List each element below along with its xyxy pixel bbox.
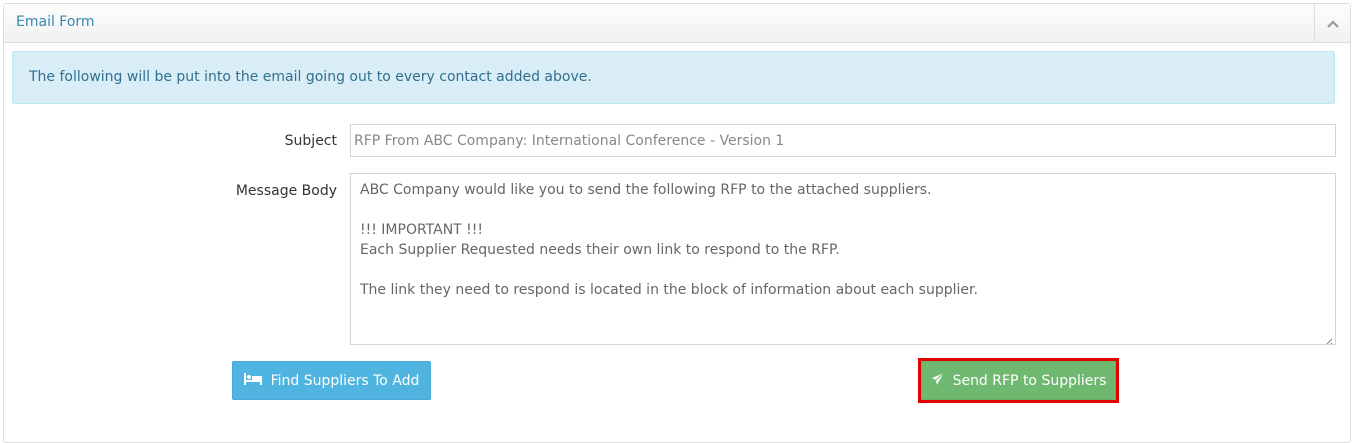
- message-body-line: !!! IMPORTANT !!!: [360, 222, 484, 238]
- bed-icon: [243, 372, 262, 389]
- info-alert-text: The following will be put into the email…: [29, 69, 592, 85]
- panel-title: Email Form: [16, 14, 95, 30]
- message-body-blank-line: [360, 260, 1326, 280]
- info-alert: The following will be put into the email…: [12, 51, 1335, 104]
- message-body-line: Each Supplier Requested needs their own …: [360, 242, 840, 258]
- message-body-label: Message Body: [235, 183, 337, 199]
- message-body-textarea[interactable]: ABC Company would like you to send the f…: [350, 173, 1336, 345]
- message-body-line: ABC Company would like you to send the f…: [360, 182, 932, 198]
- find-suppliers-button[interactable]: Find Suppliers To Add: [232, 361, 431, 400]
- message-body-line: The link they need to respond is located…: [360, 282, 978, 298]
- chevron-up-icon: [1326, 16, 1339, 32]
- send-rfp-label: Send RFP to Suppliers: [952, 372, 1107, 389]
- panel-header: Email Form: [4, 4, 1350, 43]
- find-suppliers-label: Find Suppliers To Add: [270, 372, 420, 389]
- send-rfp-button[interactable]: Send RFP to Suppliers: [921, 361, 1116, 400]
- resize-grip-icon[interactable]: [1324, 333, 1333, 344]
- paper-plane-icon: [931, 372, 945, 390]
- collapse-button[interactable]: [1314, 4, 1350, 43]
- message-body-blank-line: [360, 200, 1326, 220]
- subject-input[interactable]: [350, 124, 1336, 157]
- subject-label: Subject: [284, 133, 337, 149]
